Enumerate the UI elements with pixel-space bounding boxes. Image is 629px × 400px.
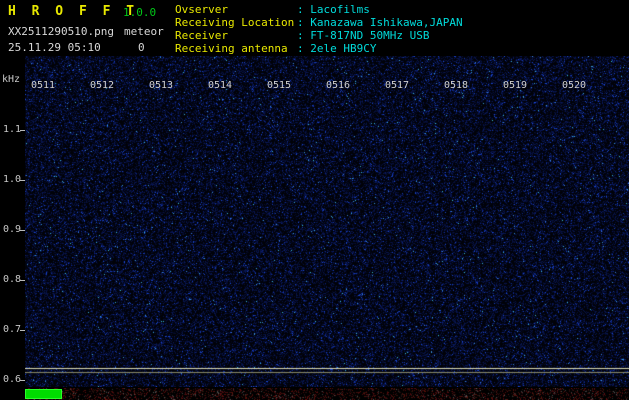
time-tick-label: 0520 <box>562 80 587 91</box>
time-tick-label: 0518 <box>444 80 469 91</box>
time-tick-label: 0511 <box>31 80 56 91</box>
info-row: Receiving antenna : 2ele HB9CY <box>175 42 463 55</box>
info-row-value: : 2ele HB9CY <box>297 42 377 55</box>
info-row-value: : Kanazawa Ishikawa,JAPAN <box>297 16 463 29</box>
spectrogram-canvas <box>25 56 629 387</box>
freq-tick-label: 0.8 <box>3 274 22 285</box>
info-table: Ovserver : Lacofilms Receiving Location: K… <box>175 3 463 55</box>
time-tick-label: 0515 <box>267 80 292 91</box>
datetime-label: 25.11.29 05:10 <box>8 41 101 54</box>
info-row: Receiver : FT-817ND 50MHz USB <box>175 29 463 42</box>
app-title: H R O F F T <box>8 4 139 19</box>
info-row: Ovserver : Lacofilms <box>175 3 463 16</box>
level-strip-canvas <box>25 388 629 400</box>
time-tick-label: 0514 <box>208 80 233 91</box>
info-row-label: Receiver <box>175 29 228 42</box>
freq-tick-label: 0.6 <box>3 374 22 385</box>
freq-tick-label: 0.7 <box>3 324 22 335</box>
app-version: 1.0.0 <box>123 6 157 19</box>
freq-tick-label: 0.9 <box>3 224 22 235</box>
time-tick-label: 0513 <box>149 80 174 91</box>
info-row-label: Ovserver <box>175 3 228 16</box>
freq-tick-label: 1.1 <box>3 124 22 135</box>
info-row-label: Receiving Location <box>175 16 295 29</box>
hrofft-window: H R O F F T 1.0.0 XX2511290510.png meteo… <box>0 0 629 400</box>
time-tick-label: 0519 <box>503 80 528 91</box>
level-indicator-box <box>25 389 62 399</box>
time-tick-label: 0516 <box>326 80 351 91</box>
info-row-value: : FT-817ND 50MHz USB <box>297 29 430 42</box>
mode-label: meteor <box>124 25 164 38</box>
output-filename: XX2511290510.png <box>8 25 114 38</box>
freq-tick-label: 1.0 <box>3 174 22 185</box>
time-tick-label: 0517 <box>385 80 410 91</box>
time-tick-label: 0512 <box>90 80 115 91</box>
freq-axis-unit: kHz <box>2 74 21 85</box>
info-row: Receiving Location: Kanazawa Ishikawa,JA… <box>175 16 463 29</box>
echo-count: 0 <box>138 41 145 54</box>
info-row-label: Receiving antenna <box>175 42 288 55</box>
info-row-value: : Lacofilms <box>297 3 370 16</box>
